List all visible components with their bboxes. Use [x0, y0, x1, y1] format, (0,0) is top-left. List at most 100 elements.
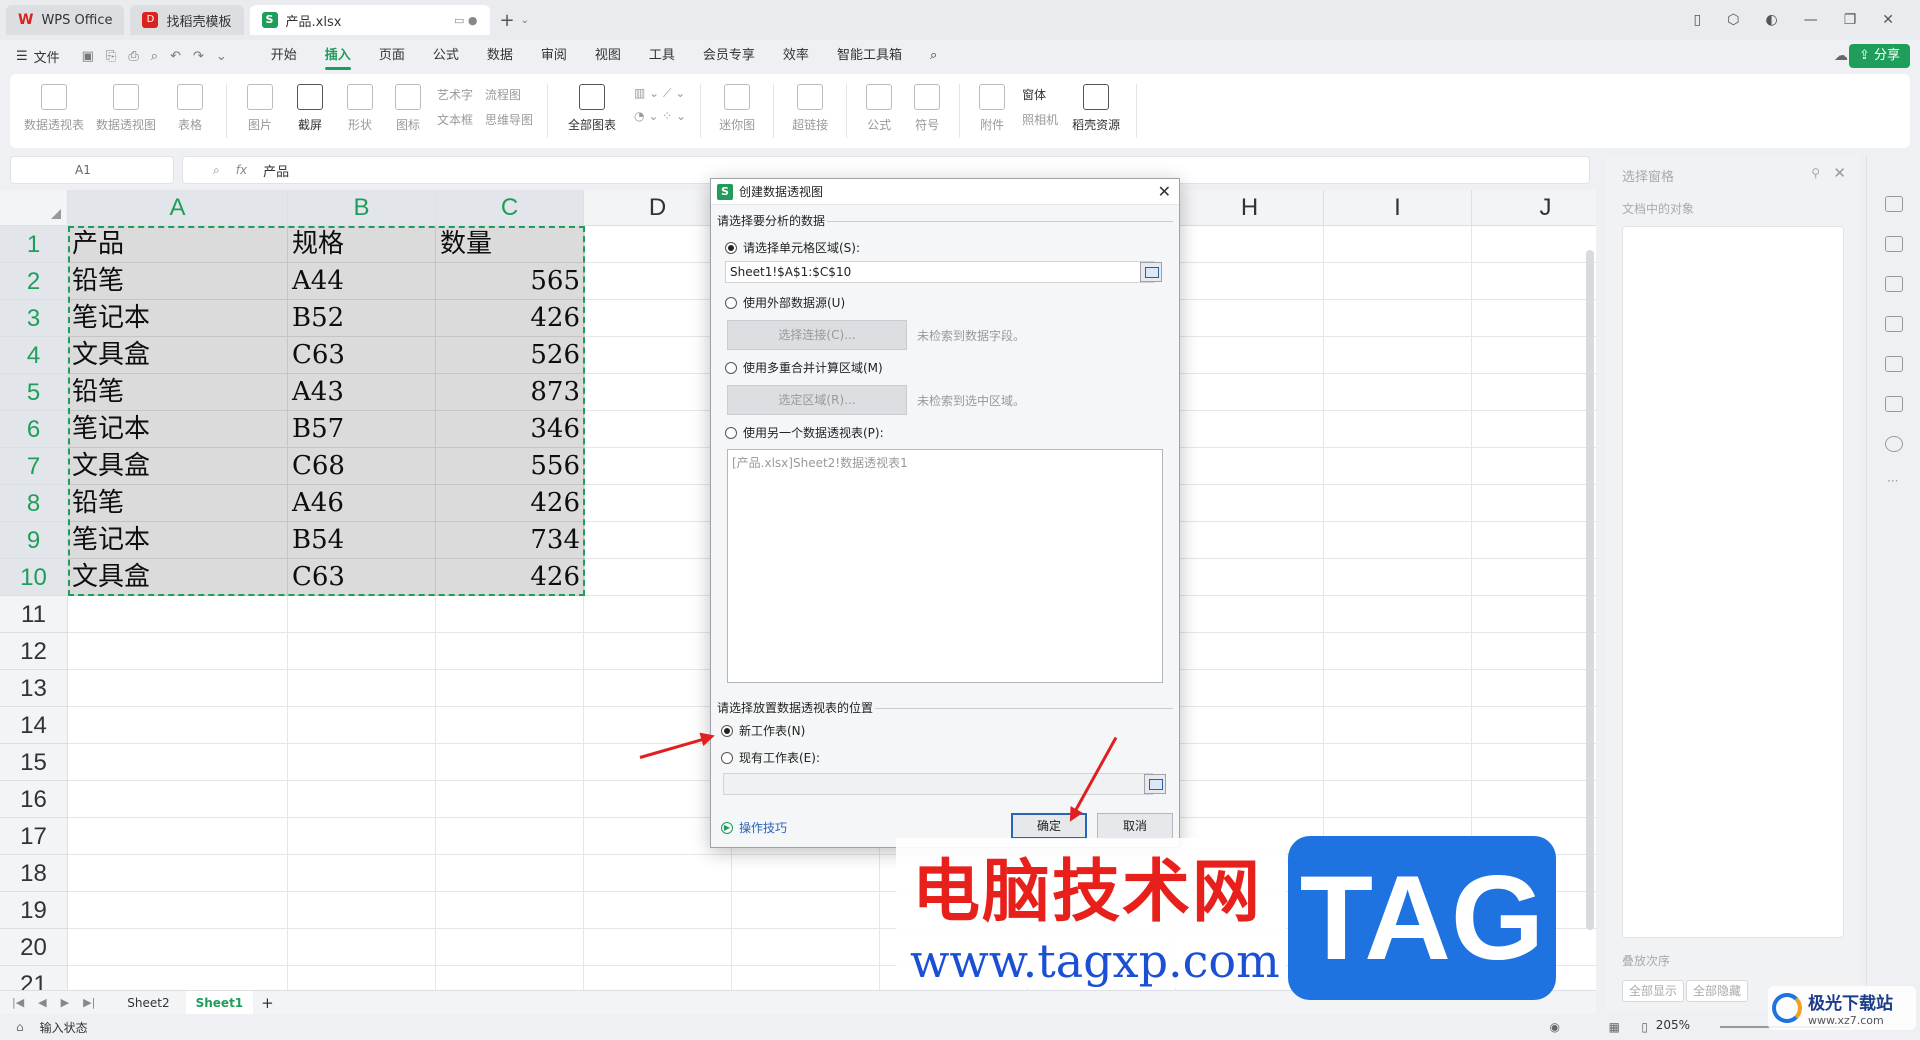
search-icon[interactable]: ⌕ [916, 40, 951, 72]
column-chart-icon[interactable]: ▥ ⌄ ⟋ ⌄ [634, 86, 686, 101]
mindmap-button[interactable]: 思维导图 [485, 111, 533, 128]
pane-close-icon[interactable]: ✕ [1833, 164, 1846, 182]
cloud-icon[interactable]: ☁ [1834, 48, 1848, 64]
radio-existing-worksheet[interactable]: 现有工作表(E): [721, 749, 820, 766]
share-button[interactable]: ⇪ 分享 [1848, 44, 1910, 68]
menu-tab[interactable]: 视图 [581, 40, 635, 72]
column-header[interactable]: H [1176, 190, 1324, 226]
last-sheet-icon[interactable]: ▶| [83, 996, 95, 1009]
menu-tab[interactable]: 效率 [769, 40, 823, 72]
row-header[interactable]: 18 [0, 855, 68, 892]
sheet-tab-sheet2[interactable]: Sheet2 [117, 996, 179, 1010]
screenshot-button[interactable]: 截屏 [285, 84, 335, 138]
menu-tab[interactable]: 页面 [365, 40, 419, 72]
avatar[interactable]: ◐ [1765, 12, 1777, 28]
next-sheet-icon[interactable]: ▶ [61, 996, 69, 1009]
row-header[interactable]: 16 [0, 781, 68, 818]
tab-docer-templates[interactable]: D 找稻壳模板 [130, 5, 244, 35]
location-picker-button[interactable] [1144, 774, 1166, 794]
radio-external-source[interactable]: 使用外部数据源(U) [725, 294, 845, 311]
row-header[interactable]: 2 [0, 263, 68, 300]
column-header[interactable]: J [1472, 190, 1596, 226]
menu-tab[interactable]: 审阅 [527, 40, 581, 72]
add-sheet-icon[interactable]: + [261, 994, 274, 1012]
symbol-button[interactable]: 符号 [903, 84, 951, 138]
pivot-table-list[interactable]: [产品.xlsx]Sheet2!数据透视表1 [727, 449, 1163, 683]
file-menu[interactable]: ☰ 文件 [16, 47, 60, 66]
radio-other-pivot[interactable]: 使用另一个数据透视表(P): [725, 424, 884, 441]
menu-tab[interactable]: 智能工具箱 [823, 40, 916, 72]
window-form-button[interactable]: 窗体 [1022, 86, 1058, 103]
attachment-button[interactable]: 附件 [968, 84, 1016, 138]
row-header[interactable]: 19 [0, 892, 68, 929]
add-tab-button[interactable]: + [500, 10, 515, 31]
chevron-down-icon[interactable]: ⌄ [521, 15, 529, 26]
help-icon[interactable] [1885, 436, 1903, 452]
select-all-corner[interactable] [0, 190, 68, 226]
hyperlink-button[interactable]: 超链接 [782, 84, 838, 138]
row-header[interactable]: 15 [0, 744, 68, 781]
preview-icon[interactable]: ⌕ [151, 49, 158, 64]
row-header[interactable]: 20 [0, 929, 68, 966]
table-button[interactable]: 表格 [162, 84, 218, 138]
dialog-close-icon[interactable]: ✕ [1158, 182, 1171, 201]
minimize-icon[interactable]: — [1804, 12, 1818, 28]
zoom-level[interactable]: 205% [1656, 1018, 1690, 1032]
column-header[interactable]: B [288, 190, 436, 226]
row-header[interactable]: 6 [0, 411, 68, 448]
chevron-down-icon[interactable]: ⌄ [216, 49, 227, 64]
prev-sheet-icon[interactable]: ◀ [38, 996, 46, 1009]
first-sheet-icon[interactable]: |◀ [12, 996, 24, 1009]
art-text-button[interactable]: 艺术字 [437, 86, 473, 103]
settings-icon[interactable] [1885, 236, 1903, 252]
row-header[interactable]: 21 [0, 966, 68, 990]
pie-chart-icon[interactable]: ◔ ⌄ ⁘ ⌄ [634, 109, 686, 123]
tab-wps-office[interactable]: W WPS Office [6, 5, 125, 35]
menu-tab[interactable]: 开始 [257, 40, 311, 72]
row-header[interactable]: 14 [0, 707, 68, 744]
tab-product-xlsx[interactable]: S 产品.xlsx ▭ ● [249, 5, 490, 35]
hide-all-button[interactable]: 全部隐藏 [1686, 980, 1749, 1002]
row-header[interactable]: 12 [0, 633, 68, 670]
zoom-search-icon[interactable]: ⌕ [213, 163, 220, 178]
more-icon[interactable]: ··· [1887, 474, 1898, 488]
column-header[interactable]: I [1324, 190, 1472, 226]
close-icon[interactable]: ✕ [1882, 12, 1894, 28]
choose-area-button[interactable]: 选定区域(R)... [727, 385, 907, 415]
sheet-tab-sheet1[interactable]: Sheet1 [185, 990, 254, 1015]
format-icon[interactable] [1885, 276, 1903, 292]
tools-icon[interactable] [1885, 356, 1903, 372]
choose-connection-button[interactable]: 选择连接(C)... [727, 320, 907, 350]
show-all-button[interactable]: 全部显示 [1622, 980, 1685, 1002]
menu-tab[interactable]: 插入 [311, 40, 365, 72]
fx-icon[interactable]: fx [236, 163, 247, 177]
menu-tab[interactable]: 会员专享 [689, 40, 769, 72]
operation-tips-link[interactable]: ▶ 操作技巧 [721, 819, 787, 836]
restore-icon[interactable]: ❐ [1844, 12, 1857, 28]
flowchart-button[interactable]: 流程图 [485, 86, 533, 103]
radio-cell-range[interactable]: 请选择单元格区域(S): [725, 239, 860, 256]
sparkline-button[interactable]: 迷你图 [709, 84, 765, 138]
export-icon[interactable]: ⎘ [106, 49, 116, 64]
column-header[interactable]: C [436, 190, 584, 226]
menu-tab[interactable]: 数据 [473, 40, 527, 72]
row-header[interactable]: 8 [0, 485, 68, 522]
row-header[interactable]: 9 [0, 522, 68, 559]
eye-protection-icon[interactable]: ◉ [1550, 1020, 1560, 1034]
docer-resources-button[interactable]: 稻壳资源 [1064, 84, 1128, 138]
camera-button[interactable]: 照相机 [1022, 111, 1058, 128]
row-header[interactable]: 10 [0, 559, 68, 596]
pin-icon[interactable]: ⚲ [1811, 166, 1820, 180]
pivot-chart-button[interactable]: 数据透视图 [90, 84, 162, 138]
shape-button[interactable]: 形状 [335, 84, 385, 138]
row-header[interactable]: 4 [0, 337, 68, 374]
layout-icon[interactable]: ▯ [1694, 12, 1702, 28]
row-header[interactable]: 5 [0, 374, 68, 411]
print-icon[interactable]: ⎙ [128, 49, 138, 64]
redo-icon[interactable]: ↷ [193, 49, 204, 64]
page-layout-icon[interactable]: ▯ [1641, 1020, 1648, 1034]
undo-icon[interactable]: ↶ [170, 49, 181, 64]
icon-button[interactable]: 图标 [385, 84, 431, 138]
row-header[interactable]: 17 [0, 818, 68, 855]
menu-tab[interactable]: 工具 [635, 40, 689, 72]
